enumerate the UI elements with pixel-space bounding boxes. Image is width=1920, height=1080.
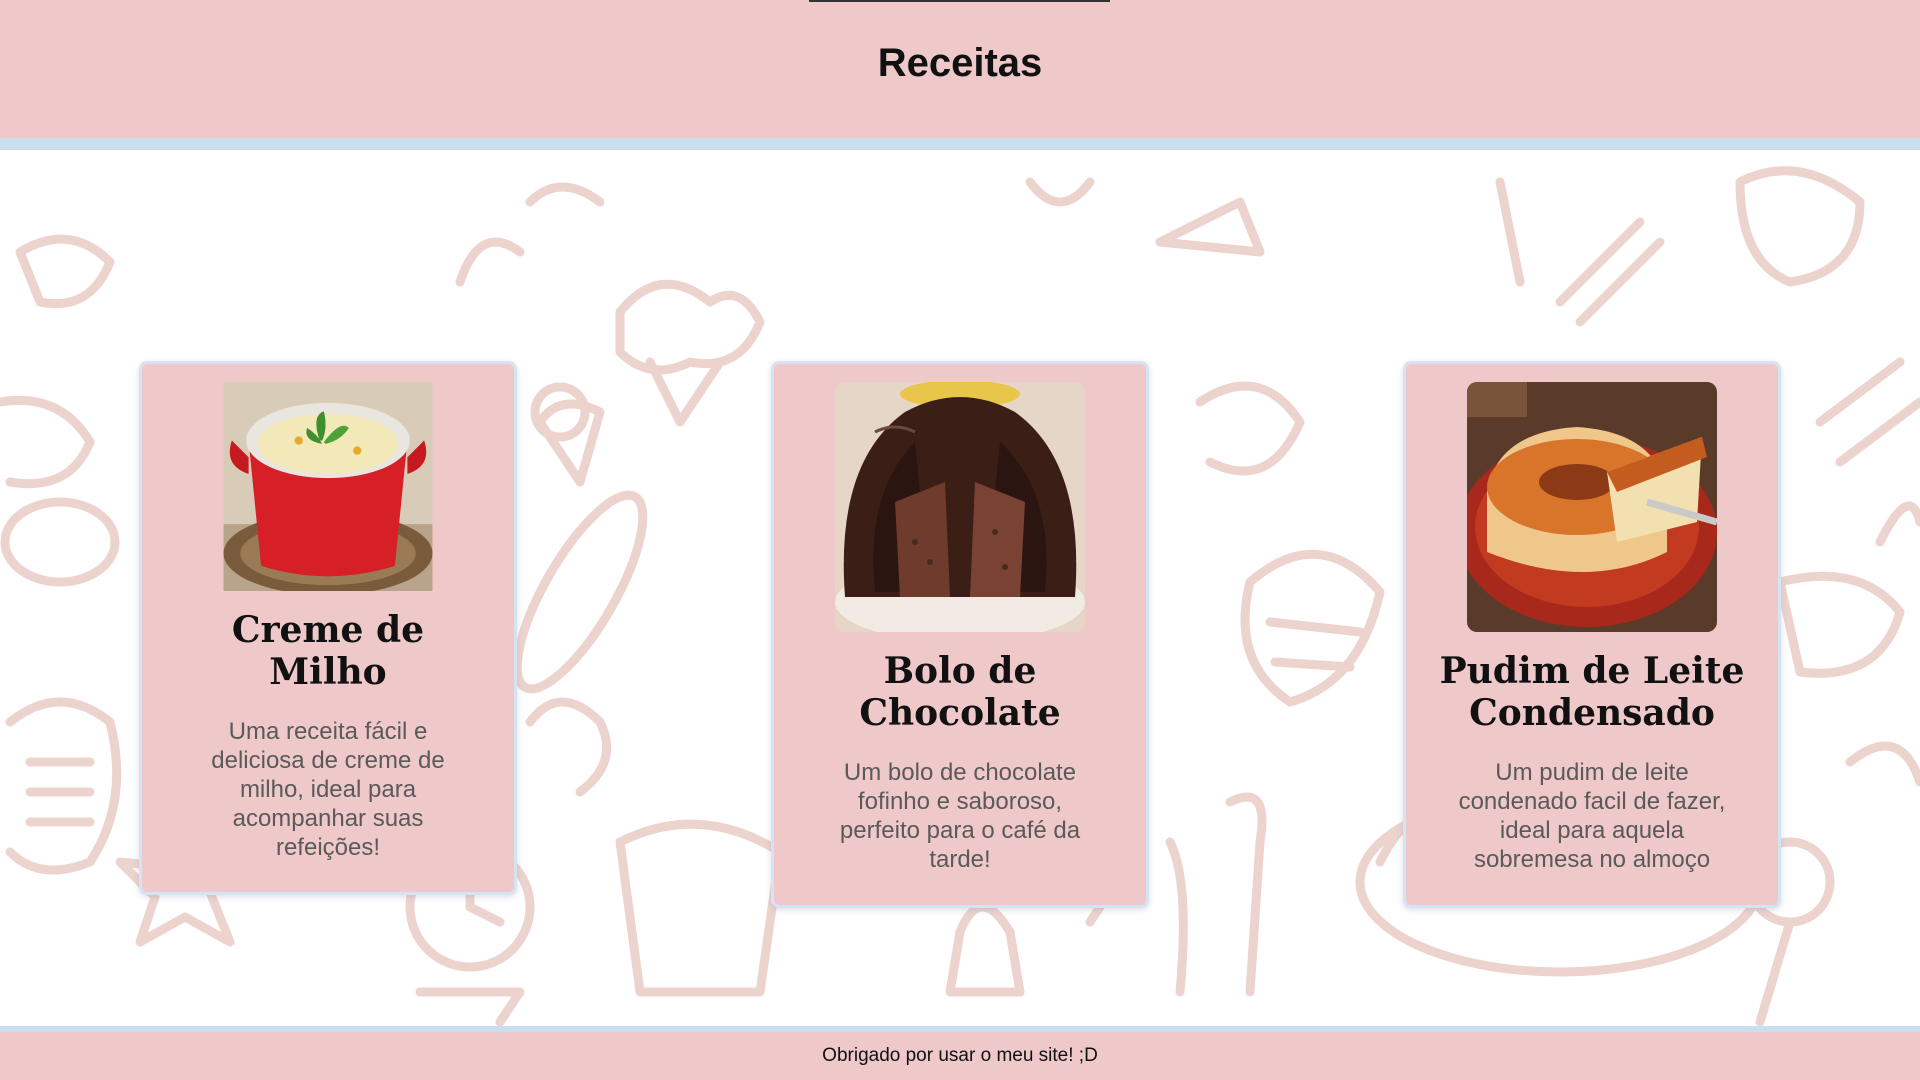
recipe-description: Um bolo de chocolate fofinho e saboroso,… xyxy=(839,759,1081,873)
recipe-card-pudim[interactable]: Pudim de Leite Condensado Um pudim de le… xyxy=(1403,361,1781,908)
recipe-card-creme-de-milho[interactable]: Creme de Milho Uma receita fácil e delic… xyxy=(139,361,517,895)
flan-photo xyxy=(1467,382,1717,632)
page-footer: Obrigado por usar o meu site! ;D xyxy=(0,1026,1920,1080)
recipe-description: Uma receita fácil e deliciosa de creme d… xyxy=(211,718,445,861)
page-title: Receitas xyxy=(877,40,1043,85)
recipe-title: Bolo de Chocolate xyxy=(859,650,1061,734)
page-header: Receitas xyxy=(0,0,1920,150)
corn-cream-photo xyxy=(223,382,433,591)
recipe-description: Um pudim de leite condenado facil de faz… xyxy=(1458,759,1726,873)
header-top-line xyxy=(809,0,1110,2)
recipe-title: Creme de Milho xyxy=(231,609,425,693)
recipe-title: Pudim de Leite Condensado xyxy=(1439,650,1745,734)
recipes-section: Creme de Milho Uma receita fácil e delic… xyxy=(0,162,1920,1026)
chocolate-cake-photo xyxy=(835,382,1085,632)
recipe-card-bolo-de-chocolate[interactable]: Bolo de Chocolate Um bolo de chocolate f… xyxy=(771,361,1149,908)
footer-text: Obrigado por usar o meu site! ;D xyxy=(822,1045,1098,1066)
